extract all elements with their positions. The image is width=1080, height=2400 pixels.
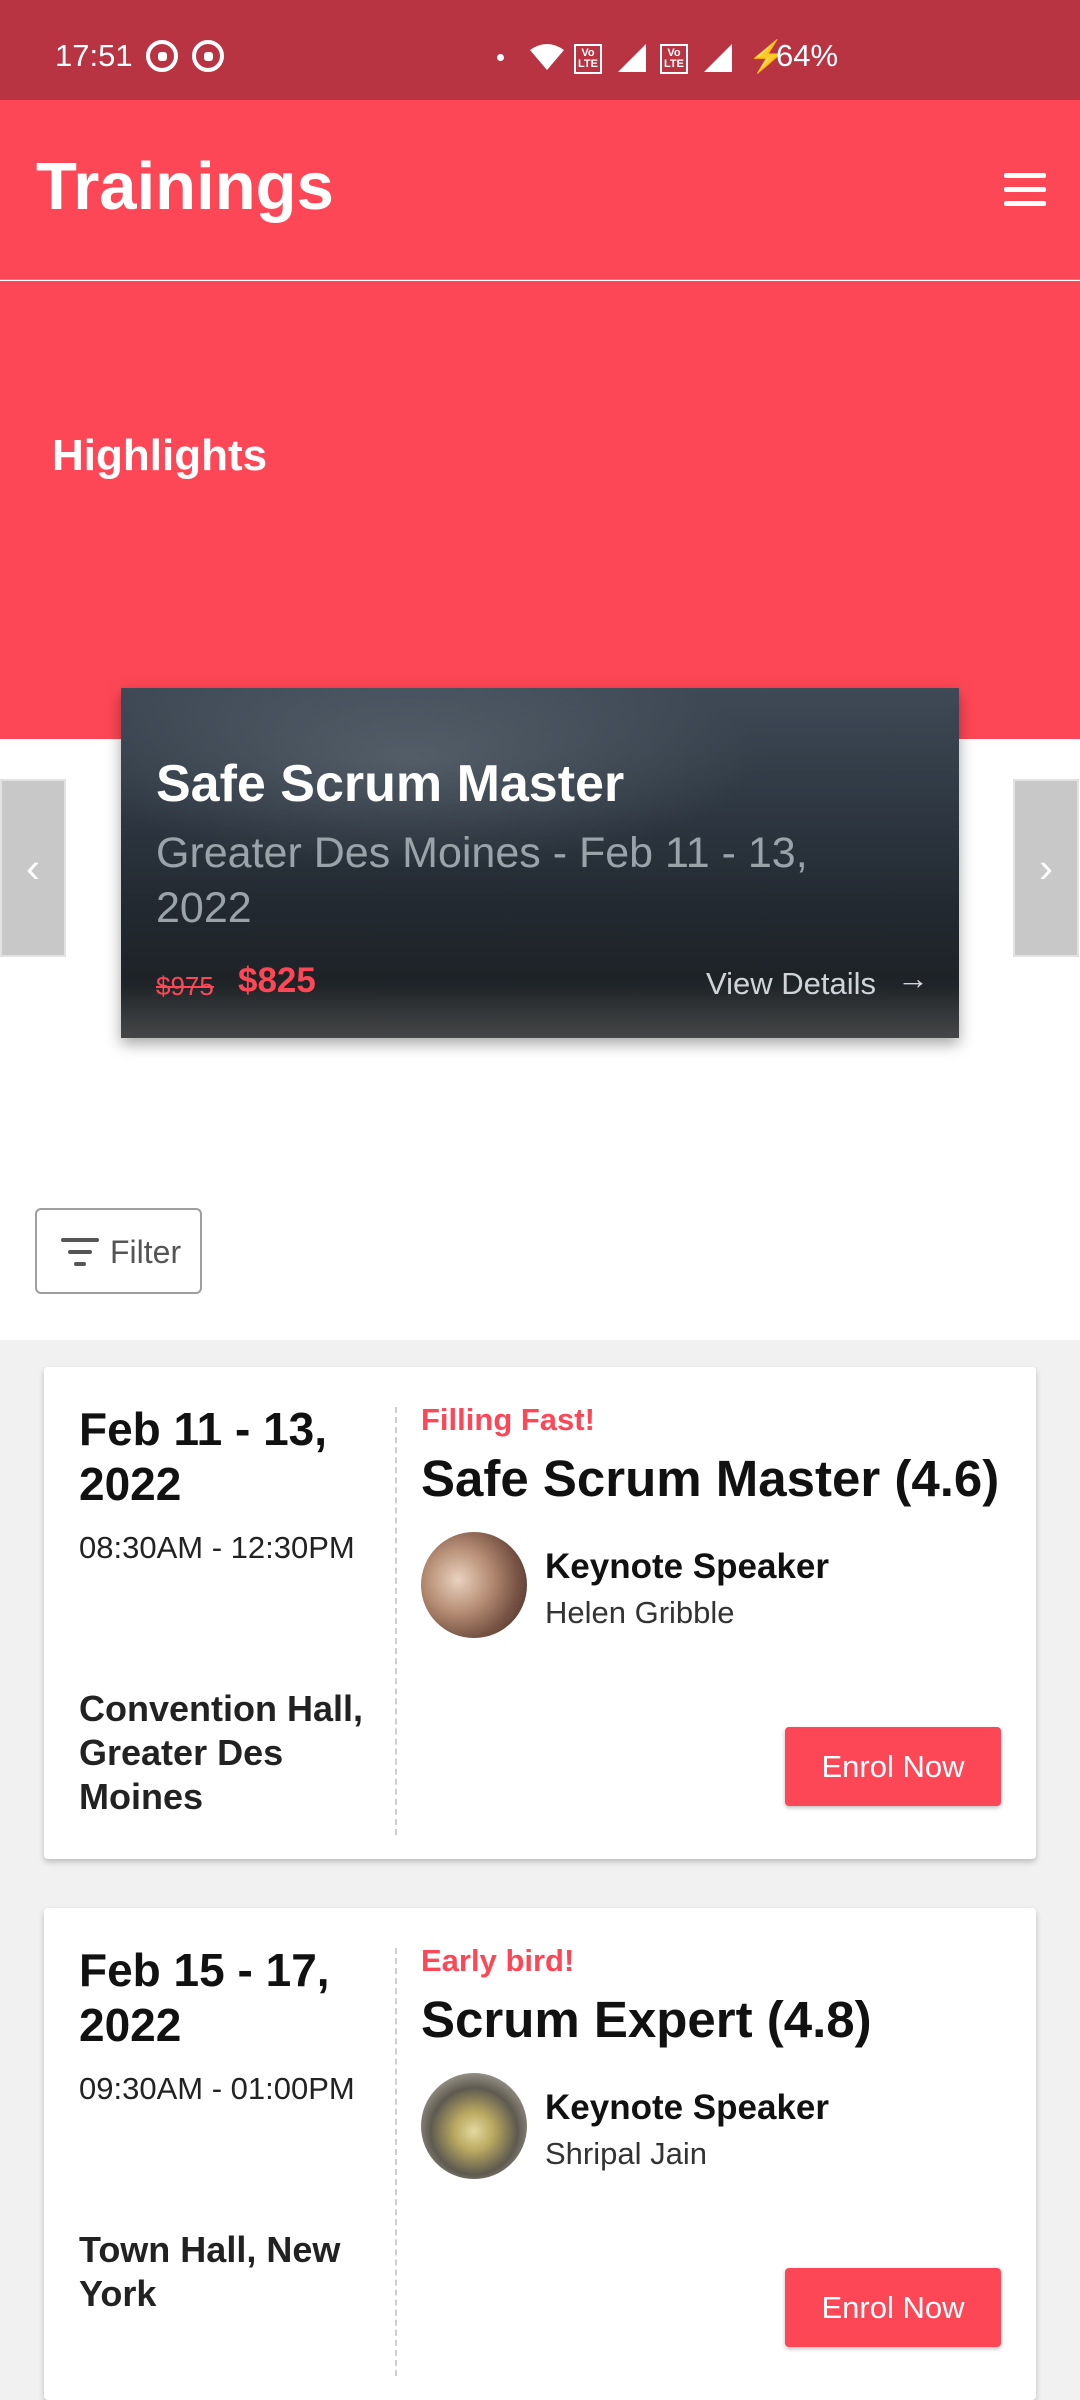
battery-level: 64% [776,38,839,73]
status-bar: 17:51 Vo LTE Vo LTE ⚡ 64% [0,0,1080,100]
filter-icon [61,1238,99,1268]
chevron-left-icon: ‹ [26,844,40,891]
filter-button[interactable]: Filter [35,1208,202,1294]
highlights-title: Highlights [52,431,268,480]
speaker-name: Shripal Jain [545,2136,707,2171]
notification-dot-icon [497,54,504,61]
signal-icon [618,44,646,72]
event-venue: Convention Hall, Greater Des Moines [79,1688,364,1817]
highlight-card[interactable]: Safe Scrum Master Greater Des Moines - F… [121,688,959,1038]
card-divider [395,1948,397,2376]
speaker-role: Keynote Speaker [545,2088,830,2127]
hero-banner: Highlights [0,281,1080,739]
volte-icon: Vo LTE [574,44,602,74]
chevron-right-icon: › [1039,844,1053,891]
event-title: Scrum Expert (4.8) [421,1991,872,2048]
original-price: $975 [156,971,214,1001]
event-date: Feb 11 - 13, 2022 [79,1403,328,1510]
enrol-now-button[interactable]: Enrol Now [785,1727,1001,1806]
event-tag: Early bird! [421,1943,575,1978]
status-time: 17:51 [55,38,133,73]
speaker-role: Keynote Speaker [545,1547,830,1586]
filter-label: Filter [110,1234,182,1270]
event-card: Feb 15 - 17, 2022 09:30AM - 01:00PM Town… [44,1908,1036,2400]
signal-icon [704,44,732,72]
carousel-prev-button[interactable]: ‹ [0,779,66,957]
whatsapp-icon [146,40,178,72]
highlight-title: Safe Scrum Master [156,755,625,813]
highlight-subtitle: Greater Des Moines - Feb 11 - 13, 2022 [156,829,808,932]
event-date: Feb 15 - 17, 2022 [79,1944,330,2051]
arrow-right-icon: → [897,960,929,996]
speaker-name: Helen Gribble [545,1595,735,1630]
event-time: 08:30AM - 12:30PM [79,1530,355,1565]
event-card: Feb 11 - 13, 2022 08:30AM - 12:30PM Conv… [44,1367,1036,1859]
page-title: Trainings [36,149,334,224]
volte-icon: Vo LTE [660,44,688,74]
speaker-avatar [421,2073,527,2179]
app-bar: Trainings [0,100,1080,280]
speaker-avatar [421,1532,527,1638]
hamburger-menu-icon[interactable] [1004,173,1046,207]
event-time: 09:30AM - 01:00PM [79,2071,355,2106]
card-divider [395,1407,397,1835]
carousel-next-button[interactable]: › [1013,779,1079,957]
view-details-link[interactable]: View Details [706,966,876,1002]
enrol-now-button[interactable]: Enrol Now [785,2268,1001,2347]
event-title: Safe Scrum Master (4.6) [421,1450,1000,1507]
discounted-price: $825 [238,961,316,1000]
whatsapp-icon [192,40,224,72]
event-venue: Town Hall, New York [79,2229,341,2314]
event-tag: Filling Fast! [421,1402,595,1437]
wifi-icon [530,44,564,70]
